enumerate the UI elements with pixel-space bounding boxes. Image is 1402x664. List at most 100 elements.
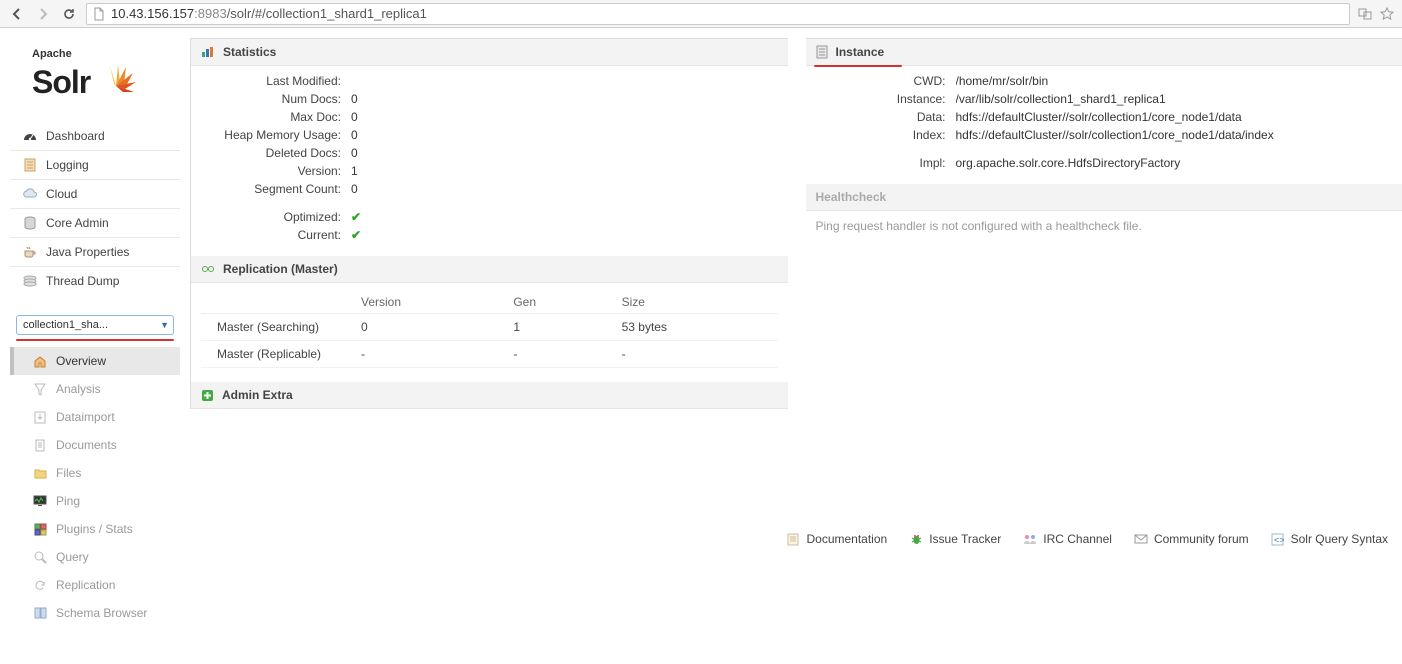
label-maxdoc: Max Doc: (201, 110, 351, 124)
value-data: hdfs://defaultCluster//solr/collection1/… (956, 110, 1393, 124)
logo: Apache Solr (10, 38, 180, 122)
value-deleted: 0 (351, 146, 778, 160)
back-button[interactable] (8, 5, 26, 23)
label-version: Version: (201, 164, 351, 178)
cell-version: 0 (351, 314, 503, 341)
chevron-down-icon: ▼ (160, 320, 169, 330)
translate-icon[interactable] (1358, 7, 1372, 21)
funnel-icon (32, 381, 48, 397)
nav-label: Dashboard (46, 129, 105, 143)
barchart-icon (201, 46, 215, 58)
nav-label: Core Admin (46, 216, 109, 230)
value-optimized: ✔ (351, 200, 778, 224)
bookmark-star-icon[interactable] (1380, 7, 1394, 21)
section-title: Instance (836, 45, 885, 59)
checkmark-icon: ✔ (351, 210, 361, 224)
label-optimized: Optimized: (201, 200, 351, 224)
subnav-schema[interactable]: Schema Browser (10, 599, 180, 627)
nav-label: Logging (46, 158, 89, 172)
url-path: /solr/#/collection1_shard1_replica1 (227, 6, 427, 21)
col-gen: Gen (503, 291, 611, 314)
plus-icon (201, 389, 214, 402)
label-heap: Heap Memory Usage: (201, 128, 351, 142)
page-icon (93, 7, 105, 21)
label-cwd: CWD: (816, 74, 956, 88)
bug-icon (909, 532, 923, 546)
subnav-analysis[interactable]: Analysis (10, 375, 180, 403)
adminextra-header[interactable]: Admin Extra (191, 382, 788, 409)
subnav-label: Replication (56, 578, 115, 592)
core-selector[interactable]: collection1_sha... ▼ (16, 315, 174, 335)
subnav-documents[interactable]: Documents (10, 431, 180, 459)
link-issuetracker[interactable]: Issue Tracker (909, 532, 1001, 546)
documents-icon (32, 437, 48, 453)
label-current: Current: (201, 228, 351, 242)
subnav-replication[interactable]: Replication (10, 571, 180, 599)
value-version: 1 (351, 164, 778, 178)
link-documentation[interactable]: Documentation (786, 532, 887, 546)
subnav-ping[interactable]: Ping (10, 487, 180, 515)
subnav-query[interactable]: Query (10, 543, 180, 571)
cell-size: - (612, 341, 778, 368)
import-icon (32, 409, 48, 425)
reload-button[interactable] (60, 5, 78, 23)
nav-label: Thread Dump (46, 274, 119, 288)
doc-icon (786, 532, 800, 546)
table-row: Master (Replicable) - - - (201, 341, 778, 368)
subnav-files[interactable]: Files (10, 459, 180, 487)
monitor-icon (32, 493, 48, 509)
subnav-label: Documents (56, 438, 117, 452)
coffee-icon (22, 244, 38, 260)
subnav-label: Files (56, 466, 81, 480)
subnav-overview[interactable]: Overview (10, 347, 180, 375)
forward-button[interactable] (34, 5, 52, 23)
code-icon: <> (1271, 532, 1285, 546)
link-querysyntax[interactable]: <>Solr Query Syntax (1271, 532, 1388, 546)
svg-text:<>: <> (1274, 535, 1284, 545)
subnav-label: Dataimport (56, 410, 115, 424)
cell-gen: 1 (503, 314, 611, 341)
nav-label: Cloud (46, 187, 77, 201)
row-label: Master (Searching) (201, 314, 351, 341)
statistics-header: Statistics (191, 39, 788, 66)
subnav-label: Plugins / Stats (56, 522, 133, 536)
healthcheck-header: Healthcheck (806, 184, 1402, 211)
value-cwd: /home/mr/solr/bin (956, 74, 1393, 88)
subnav-label: Query (56, 550, 89, 564)
footer-links: Documentation Issue Tracker IRC Channel … (786, 532, 1388, 546)
col-size: Size (612, 291, 778, 314)
replication-header: Replication (Master) (191, 256, 788, 283)
address-bar[interactable]: 10.43.156.157:8983/solr/#/collection1_sh… (86, 3, 1350, 25)
link-irc[interactable]: IRC Channel (1023, 532, 1112, 546)
nav-cloud[interactable]: Cloud (10, 179, 180, 208)
value-heap: 0 (351, 128, 778, 142)
server-icon (816, 45, 828, 59)
link-label: Community forum (1154, 532, 1249, 546)
section-title: Healthcheck (816, 190, 887, 204)
value-numdocs: 0 (351, 92, 778, 106)
replication-icon (201, 263, 215, 275)
core-selector-label: collection1_sha... (23, 319, 108, 331)
nav-label: Java Properties (46, 245, 129, 259)
nav-dashboard[interactable]: Dashboard (10, 122, 180, 150)
nav-javaprops[interactable]: Java Properties (10, 237, 180, 266)
nav-threaddump[interactable]: Thread Dump (10, 266, 180, 295)
subnav-plugins[interactable]: Plugins / Stats (10, 515, 180, 543)
highlight-underline (16, 339, 174, 341)
label-lastmod: Last Modified: (201, 74, 351, 88)
value-segcount: 0 (351, 182, 778, 196)
col-version: Version (351, 291, 503, 314)
subnav-label: Ping (56, 494, 80, 508)
main-content: Statistics Last Modified: Num Docs:0 Max… (180, 28, 1402, 664)
link-forum[interactable]: Community forum (1134, 532, 1249, 546)
value-instance: /var/lib/solr/collection1_shard1_replica… (956, 92, 1393, 106)
nav-coreadmin[interactable]: Core Admin (10, 208, 180, 237)
nav-logging[interactable]: Logging (10, 150, 180, 179)
label-index: Index: (816, 128, 956, 142)
database-icon (22, 215, 38, 231)
link-label: IRC Channel (1043, 532, 1112, 546)
statistics-list: Last Modified: Num Docs:0 Max Doc:0 Heap… (201, 74, 778, 242)
replication-table: Version Gen Size Master (Searching) 0 1 … (201, 291, 778, 368)
subnav-dataimport[interactable]: Dataimport (10, 403, 180, 431)
refresh-icon (32, 577, 48, 593)
